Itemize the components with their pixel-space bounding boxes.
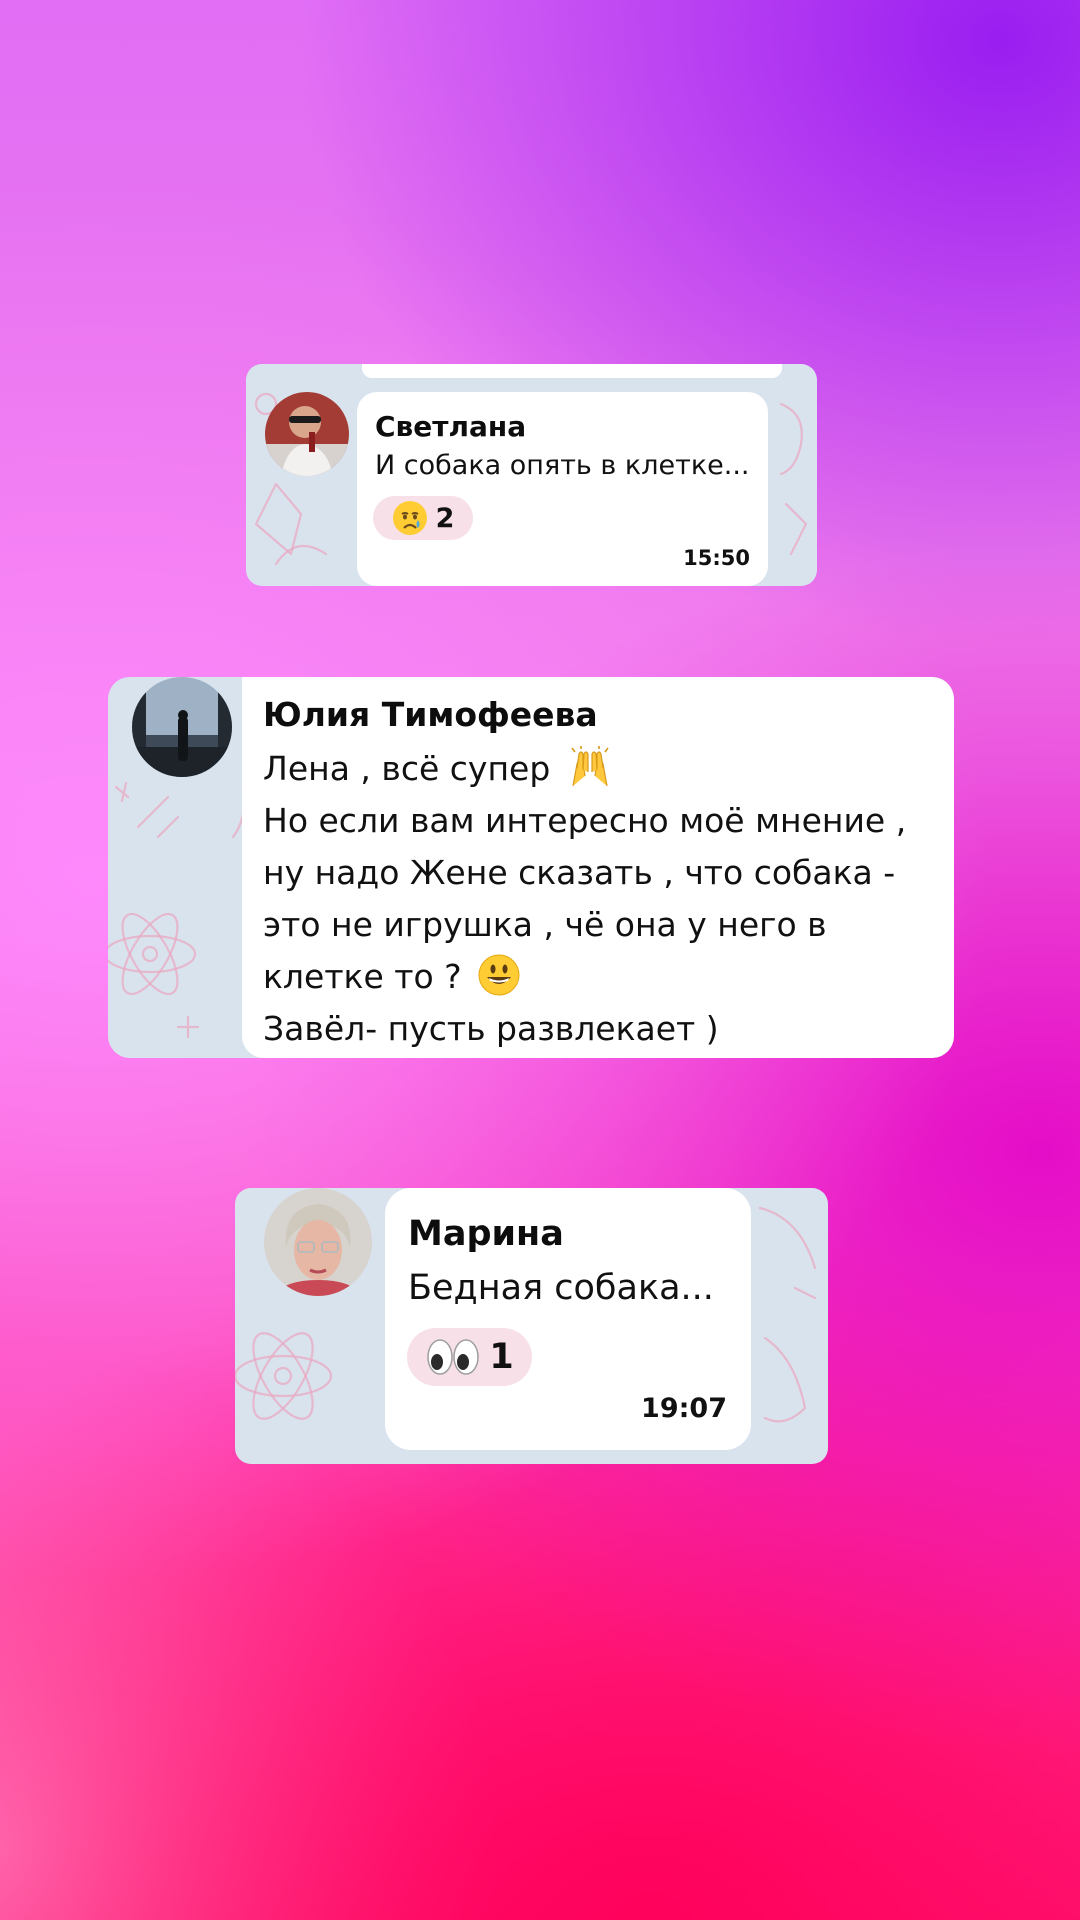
message-bubble[interactable]: Юлия Тимофеева Лена , всё супер Но если … xyxy=(242,677,954,1058)
avatar[interactable] xyxy=(132,677,232,777)
message-card-marina: Марина Бедная собака... 1 19:07 xyxy=(235,1188,828,1464)
message-text: Бедная собака... xyxy=(408,1268,714,1308)
avatar[interactable] xyxy=(264,1188,372,1296)
sender-name[interactable]: Юлия Тимофеева xyxy=(263,695,598,734)
message-time: 15:50 xyxy=(683,546,750,570)
message-line: Лена , всё супер xyxy=(263,743,906,795)
message-line: клетке то ? xyxy=(263,951,906,1003)
sender-name[interactable]: Марина xyxy=(408,1214,564,1254)
avatar[interactable] xyxy=(265,392,349,476)
eyes-icon xyxy=(425,1337,481,1377)
previous-bubble-edge xyxy=(362,364,782,378)
message-line: это не игрушка , чё она у него в xyxy=(263,905,827,944)
sender-name[interactable]: Светлана xyxy=(375,410,526,443)
crying-face-icon xyxy=(392,500,428,536)
message-line: Но если вам интересно моё мнение , xyxy=(263,801,907,840)
reaction-pill[interactable]: 2 xyxy=(373,496,473,540)
message-bubble[interactable]: Светлана И собака опять в клетке... 2 15… xyxy=(357,392,768,586)
message-card-svetlana: Светлана И собака опять в клетке... 2 15… xyxy=(246,364,817,586)
message-bubble[interactable]: Марина Бедная собака... 1 19:07 xyxy=(385,1188,751,1450)
reaction-count: 1 xyxy=(489,1337,514,1377)
message-line: Завёл- пусть развлекает ) xyxy=(263,1009,719,1048)
message-line: ну надо Жене сказать , что собака - xyxy=(263,853,896,892)
message-text: И собака опять в клетке... xyxy=(375,450,750,481)
message-time: 19:07 xyxy=(641,1393,727,1424)
reaction-count: 2 xyxy=(435,502,455,534)
message-text: Лена , всё супер Но если вам интересно м… xyxy=(263,743,906,1055)
message-card-yulia: Юлия Тимофеева Лена , всё супер Но если … xyxy=(108,677,954,1058)
reaction-pill[interactable]: 1 xyxy=(407,1328,532,1386)
